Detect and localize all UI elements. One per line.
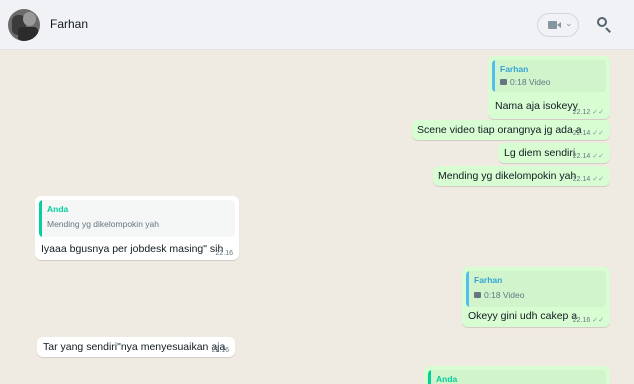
read-receipt-icon: ✓✓ [592,130,604,137]
quote-author: Anda [47,204,69,214]
contact-avatar[interactable] [8,9,40,41]
message-incoming[interactable]: Tar yang sendiri"nya menyesuaikan aja 22… [37,337,235,357]
message-outgoing[interactable]: Mending yg dikelompokin yah 22.14 ✓✓ [433,166,610,186]
message-outgoing[interactable]: Lg diem sendiri 22.14 ✓✓ [498,143,610,163]
message-text: Lg diem sendiri [504,147,576,159]
quoted-message[interactable]: Anda [428,370,606,384]
message-text: Mending yg dikelompokin yah [438,170,577,182]
message-outgoing[interactable]: Scene video tiap orangnya jg ada a 22.14… [412,120,610,140]
quote-author: Farhan [500,64,529,74]
quote-author: Farhan [474,275,503,285]
message-meta: 22.14 ✓✓ [572,153,604,160]
read-receipt-icon: ✓✓ [592,153,604,160]
message-text: Tar yang sendiri"nya menyesuaikan aja [43,341,226,353]
message-list[interactable]: Farhan 0:18 Video Nama aja isokeyy 22.12… [0,51,634,384]
message-outgoing[interactable]: Anda [424,366,610,384]
message-meta: 22.16 [215,250,233,257]
quote-body: Mending yg dikelompokin yah [47,219,159,229]
message-meta: 22.14 ✓✓ [572,130,604,137]
quoted-message[interactable]: Farhan 0:18 Video [492,60,606,92]
message-meta: 22.14 ✓✓ [572,176,604,183]
quote-body: 0:18 Video [500,77,551,87]
read-receipt-icon: ✓✓ [592,176,604,183]
video-icon [474,292,481,298]
quote-author: Anda [436,374,458,384]
contact-name[interactable]: Farhan [50,17,88,31]
video-icon [500,79,507,85]
message-meta: 22.12 ✓✓ [572,109,604,116]
message-meta: 22.16 [211,347,229,354]
message-text: Nama aja isokeyy [495,100,578,112]
chevron-down-icon: ⌄ [565,18,573,28]
read-receipt-icon: ✓✓ [592,109,604,116]
message-outgoing[interactable]: Farhan 0:18 Video Okeyy gini udh cakep a… [462,267,610,327]
quote-body: 0:18 Video [474,290,525,300]
quoted-message[interactable]: Farhan 0:18 Video [466,271,606,307]
quoted-message[interactable]: Anda Mending yg dikelompokin yah [39,200,235,237]
message-text: Scene video tiap orangnya jg ada a [417,124,582,136]
message-text: Okeyy gini udh cakep a [468,310,578,322]
chat-header: Farhan ⌄ [0,0,634,50]
video-call-button[interactable]: ⌄ [537,13,579,37]
message-incoming[interactable]: Anda Mending yg dikelompokin yah Iyaaa b… [35,196,239,260]
search-icon [597,17,607,27]
message-text: Iyaaa bgusnya per jobdesk masing" sih [41,243,224,255]
read-receipt-icon: ✓✓ [592,317,604,324]
message-meta: 22.16 ✓✓ [572,317,604,324]
video-call-icon [548,21,557,29]
search-button[interactable] [592,13,616,37]
message-outgoing[interactable]: Farhan 0:18 Video Nama aja isokeyy 22.12… [488,56,610,119]
